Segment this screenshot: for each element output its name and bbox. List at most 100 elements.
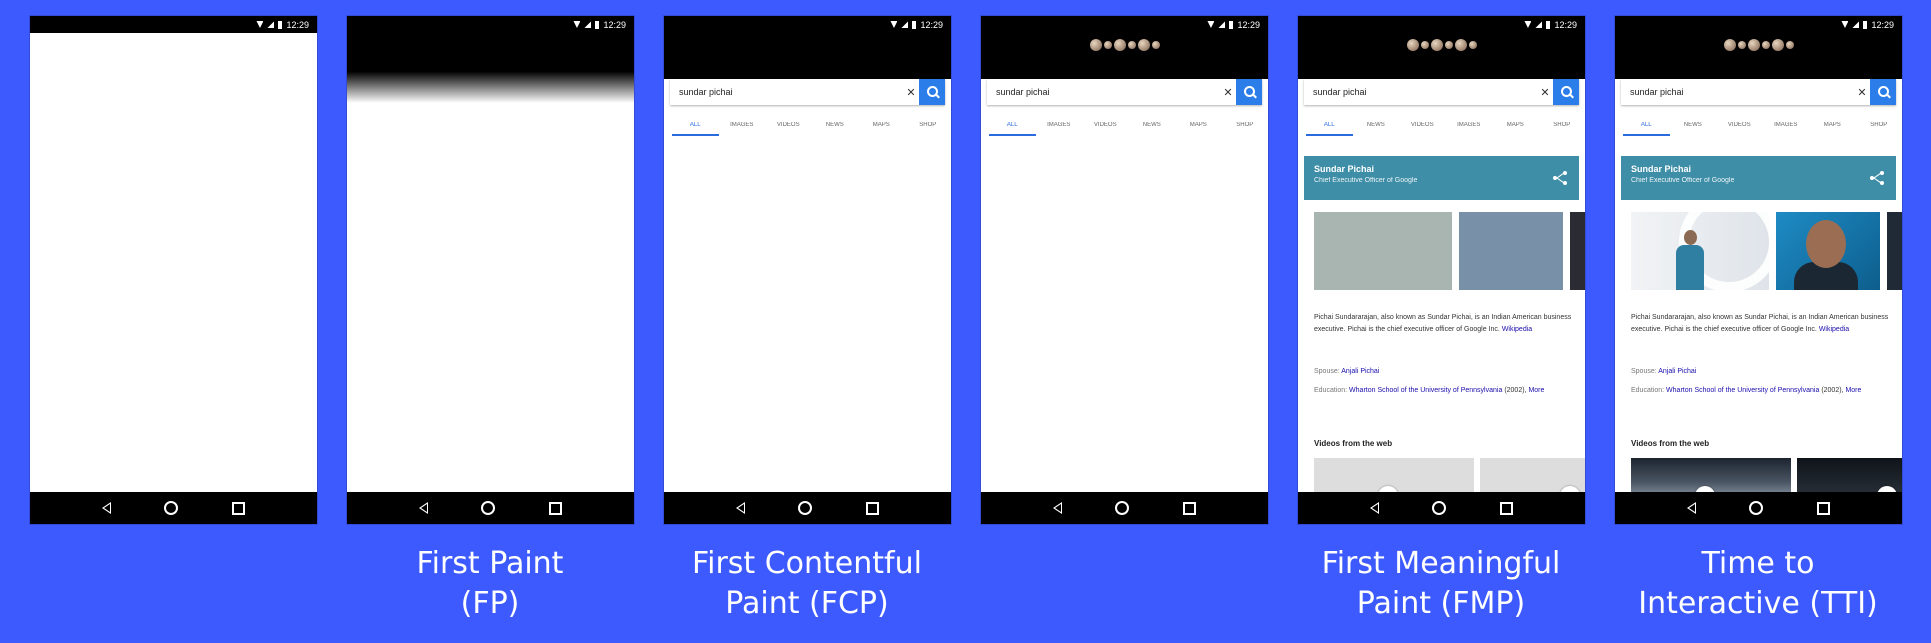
home-icon[interactable]: [1115, 501, 1130, 515]
home-icon[interactable]: [1749, 501, 1764, 515]
tab-shop[interactable]: SHOP: [905, 122, 952, 136]
tab-images[interactable]: IMAGES: [719, 122, 766, 136]
tab-shop[interactable]: SHOP: [1539, 122, 1586, 136]
tab-shop[interactable]: SHOP: [1856, 122, 1903, 136]
recents-icon[interactable]: [866, 501, 880, 515]
clear-icon[interactable]: ✕: [1537, 86, 1553, 99]
back-icon[interactable]: [1052, 502, 1062, 514]
tab-images[interactable]: IMAGES: [1763, 122, 1810, 136]
tab-videos[interactable]: VIDEOS: [1082, 122, 1129, 136]
back-icon[interactable]: [1369, 502, 1379, 514]
image-placeholder[interactable]: [1570, 212, 1585, 290]
google-doodle[interactable]: [1723, 39, 1794, 51]
search-bar[interactable]: sundar pichai ✕: [1621, 79, 1896, 105]
back-icon[interactable]: [418, 502, 428, 514]
education-link[interactable]: Wharton School of the University of Penn…: [1349, 387, 1502, 394]
recents-icon[interactable]: [1183, 501, 1197, 515]
recents-icon[interactable]: [549, 501, 563, 515]
tab-images[interactable]: IMAGES: [1036, 122, 1083, 136]
search-button[interactable]: [1553, 79, 1579, 105]
image-placeholder[interactable]: [1314, 212, 1452, 290]
recents-icon[interactable]: [1500, 501, 1514, 515]
status-time: 12:29: [1554, 19, 1577, 30]
tab-news[interactable]: NEWS: [1353, 122, 1400, 136]
home-icon[interactable]: [481, 501, 496, 515]
knowledge-panel-header[interactable]: Sundar Pichai Chief Executive Officer of…: [1304, 156, 1579, 200]
description-text: Pichai Sundararajan, also known as Sunda…: [1631, 314, 1889, 333]
caption-line: (FP): [460, 586, 520, 621]
nav-bar: [1615, 492, 1902, 524]
search-input[interactable]: sundar pichai: [1621, 87, 1854, 97]
search-tabs: ALL NEWS VIDEOS IMAGES MAPS SHOP: [1298, 122, 1585, 136]
portrait-photo[interactable]: [1776, 212, 1880, 290]
share-icon[interactable]: [1870, 171, 1884, 185]
search-button[interactable]: [1870, 79, 1896, 105]
google-doodle[interactable]: [1089, 39, 1160, 51]
tab-all[interactable]: ALL: [989, 122, 1036, 136]
tab-all[interactable]: ALL: [1623, 122, 1670, 136]
panel-title: Sundar Pichai: [1314, 164, 1375, 174]
nav-bar: [1298, 492, 1585, 524]
tab-videos[interactable]: VIDEOS: [1716, 122, 1763, 136]
tab-videos[interactable]: VIDEOS: [1399, 122, 1446, 136]
recents-icon[interactable]: [1817, 501, 1831, 515]
nav-bar: [347, 492, 634, 524]
tab-news[interactable]: NEWS: [1670, 122, 1717, 136]
image-strip: [1631, 212, 1902, 290]
tab-maps[interactable]: MAPS: [1492, 122, 1539, 136]
phone-frame-4: 12:29 sundar pichai ✕ ALL IMAGES VIDEOS …: [981, 16, 1268, 524]
spouse-link[interactable]: Anjali Pichai: [1341, 368, 1379, 375]
clear-icon[interactable]: ✕: [903, 86, 919, 99]
image-placeholder[interactable]: [1459, 212, 1563, 290]
search-button[interactable]: [1236, 79, 1262, 105]
caption-first-meaningful-paint: First Meaningful Paint (FMP): [1291, 544, 1591, 624]
photo-thumbnail[interactable]: [1887, 212, 1902, 290]
signal-icon: [1852, 21, 1860, 28]
more-link[interactable]: More: [1845, 387, 1861, 394]
back-icon[interactable]: [1686, 502, 1696, 514]
search-bar[interactable]: sundar pichai ✕: [670, 79, 945, 105]
search-input[interactable]: sundar pichai: [1304, 87, 1537, 97]
more-link[interactable]: More: [1528, 387, 1544, 394]
tab-maps[interactable]: MAPS: [858, 122, 905, 136]
education-link[interactable]: Wharton School of the University of Penn…: [1666, 387, 1819, 394]
profile-photo[interactable]: [1631, 212, 1769, 290]
share-icon[interactable]: [1553, 171, 1567, 185]
knowledge-panel-header[interactable]: Sundar Pichai Chief Executive Officer of…: [1621, 156, 1896, 200]
search-input[interactable]: sundar pichai: [670, 87, 903, 97]
google-doodle[interactable]: [1406, 39, 1477, 51]
spouse-label: Spouse:: [1631, 368, 1657, 375]
clear-icon[interactable]: ✕: [1854, 86, 1870, 99]
tab-news[interactable]: NEWS: [812, 122, 859, 136]
tab-shop[interactable]: SHOP: [1222, 122, 1269, 136]
status-bar: 12:29: [664, 16, 951, 33]
tab-maps[interactable]: MAPS: [1175, 122, 1222, 136]
search-bar[interactable]: sundar pichai ✕: [987, 79, 1262, 105]
home-icon[interactable]: [798, 501, 813, 515]
nav-bar: [30, 492, 317, 524]
panel-subtitle: Chief Executive Officer of Google: [1631, 177, 1735, 184]
caption-first-paint: First Paint (FP): [340, 544, 640, 624]
search-input[interactable]: sundar pichai: [987, 87, 1220, 97]
back-icon[interactable]: [735, 502, 745, 514]
wikipedia-link[interactable]: Wikipedia: [1819, 326, 1849, 333]
tab-videos[interactable]: VIDEOS: [765, 122, 812, 136]
search-button[interactable]: [919, 79, 945, 105]
clear-icon[interactable]: ✕: [1220, 86, 1236, 99]
tab-all[interactable]: ALL: [1306, 122, 1353, 136]
tab-all[interactable]: ALL: [672, 122, 719, 136]
back-icon[interactable]: [101, 502, 111, 514]
wikipedia-link[interactable]: Wikipedia: [1502, 326, 1532, 333]
battery-icon: [1546, 20, 1551, 29]
tab-maps[interactable]: MAPS: [1809, 122, 1856, 136]
recents-icon[interactable]: [232, 501, 246, 515]
tab-news[interactable]: NEWS: [1129, 122, 1176, 136]
battery-icon: [278, 20, 283, 29]
search-bar[interactable]: sundar pichai ✕: [1304, 79, 1579, 105]
education-year: (2002),: [1821, 387, 1844, 394]
tab-images[interactable]: IMAGES: [1446, 122, 1493, 136]
home-icon[interactable]: [1432, 501, 1447, 515]
education-row: Education: Wharton School of the Univers…: [1314, 385, 1576, 397]
spouse-link[interactable]: Anjali Pichai: [1658, 368, 1696, 375]
home-icon[interactable]: [164, 501, 179, 515]
